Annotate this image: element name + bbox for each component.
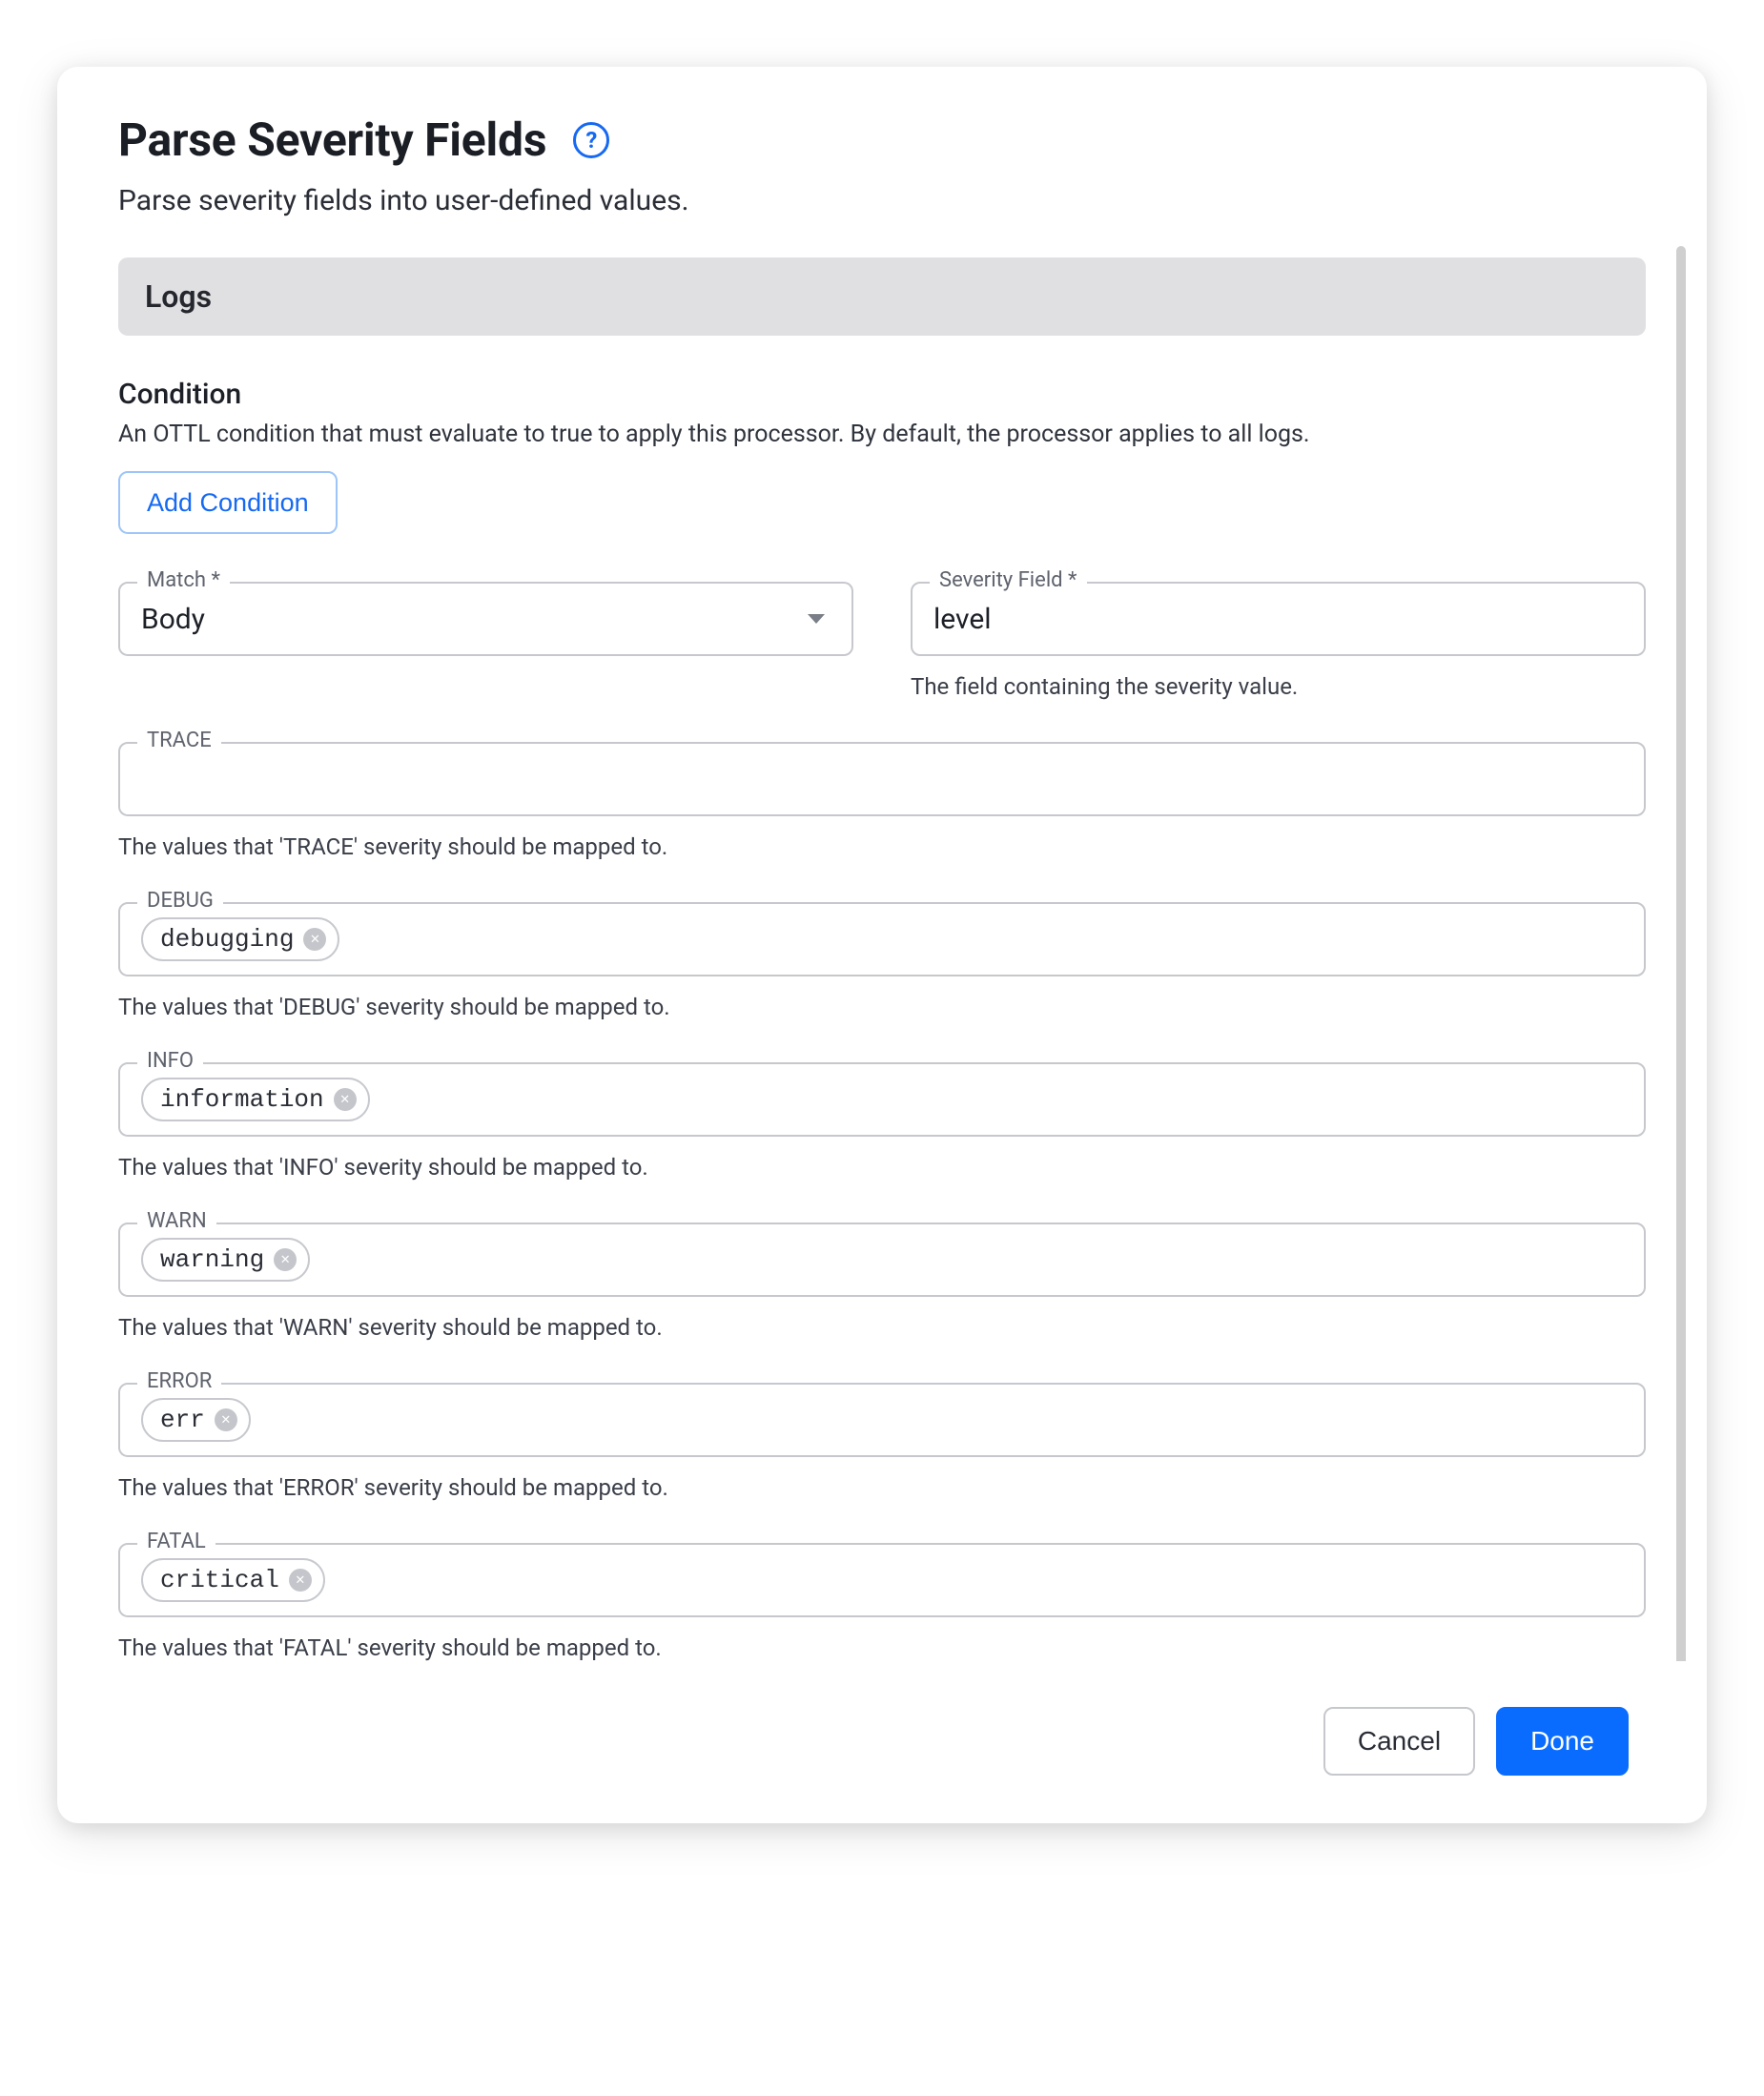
error-field-wrap: ERRORerr✕The values that 'ERROR' severit… bbox=[118, 1383, 1646, 1501]
match-label: Match * bbox=[137, 568, 230, 592]
chip-label: err bbox=[160, 1406, 205, 1434]
match-field-wrap: Match * Body bbox=[118, 582, 853, 700]
chip-label: warning bbox=[160, 1245, 264, 1274]
error-helper: The values that 'ERROR' severity should … bbox=[118, 1474, 1646, 1501]
info-helper: The values that 'INFO' severity should b… bbox=[118, 1154, 1646, 1181]
debug-chip: debugging ✕ bbox=[141, 917, 339, 961]
condition-desc: An OTTL condition that must evaluate to … bbox=[118, 421, 1646, 448]
match-select[interactable]: Body bbox=[118, 582, 853, 656]
add-condition-button[interactable]: Add Condition bbox=[118, 471, 338, 534]
fatal-input[interactable]: critical ✕ bbox=[118, 1543, 1646, 1617]
trace-helper: The values that 'TRACE' severity should … bbox=[118, 833, 1646, 860]
chip-remove-icon[interactable]: ✕ bbox=[215, 1408, 237, 1431]
chip-remove-icon[interactable]: ✕ bbox=[274, 1248, 297, 1271]
condition-block: Condition An OTTL condition that must ev… bbox=[118, 378, 1646, 534]
scrollbar[interactable] bbox=[1676, 246, 1686, 1661]
error-label: ERROR bbox=[137, 1369, 221, 1393]
warn-input[interactable]: warning ✕ bbox=[118, 1223, 1646, 1297]
match-value: Body bbox=[141, 603, 796, 636]
chip-label: critical bbox=[160, 1566, 279, 1594]
modal-subtitle: Parse severity fields into user-defined … bbox=[118, 184, 1646, 217]
done-button[interactable]: Done bbox=[1496, 1707, 1629, 1776]
severity-field-input[interactable]: level bbox=[911, 582, 1646, 656]
chip-remove-icon[interactable]: ✕ bbox=[303, 928, 326, 951]
modal-header: Parse Severity Fields ? Parse severity f… bbox=[57, 113, 1707, 246]
modal-title: Parse Severity Fields bbox=[118, 113, 546, 167]
fatal-chip: critical ✕ bbox=[141, 1558, 325, 1602]
info-field-wrap: INFOinformation✕The values that 'INFO' s… bbox=[118, 1062, 1646, 1181]
chip-remove-icon[interactable]: ✕ bbox=[334, 1088, 357, 1111]
cancel-button[interactable]: Cancel bbox=[1323, 1707, 1475, 1776]
modal-body: Logs Condition An OTTL condition that mu… bbox=[57, 246, 1707, 1661]
condition-title: Condition bbox=[118, 378, 1646, 411]
modal-footer: Cancel Done bbox=[57, 1661, 1707, 1776]
match-severity-row: Match * Body Severity Field * level The … bbox=[118, 582, 1646, 700]
section-logs: Logs bbox=[118, 257, 1646, 336]
error-input[interactable]: err ✕ bbox=[118, 1383, 1646, 1457]
fatal-field-wrap: FATALcritical✕The values that 'FATAL' se… bbox=[118, 1543, 1646, 1661]
severity-field-label: Severity Field * bbox=[930, 568, 1087, 592]
warn-field-wrap: WARNwarning✕The values that 'WARN' sever… bbox=[118, 1223, 1646, 1341]
debug-label: DEBUG bbox=[137, 889, 223, 913]
chip-label: debugging bbox=[160, 925, 294, 954]
trace-field-wrap: TRACEThe values that 'TRACE' severity sh… bbox=[118, 742, 1646, 860]
severity-field-value: level bbox=[933, 603, 1623, 636]
debug-field-wrap: DEBUGdebugging✕The values that 'DEBUG' s… bbox=[118, 902, 1646, 1020]
info-input[interactable]: information ✕ bbox=[118, 1062, 1646, 1137]
trace-input[interactable] bbox=[118, 742, 1646, 816]
parse-severity-modal: Parse Severity Fields ? Parse severity f… bbox=[57, 67, 1707, 1823]
title-row: Parse Severity Fields ? bbox=[118, 113, 1646, 167]
chip-remove-icon[interactable]: ✕ bbox=[289, 1569, 312, 1592]
debug-helper: The values that 'DEBUG' severity should … bbox=[118, 994, 1646, 1020]
error-chip: err ✕ bbox=[141, 1398, 251, 1442]
chip-label: information bbox=[160, 1085, 324, 1114]
help-icon[interactable]: ? bbox=[573, 122, 609, 158]
debug-input[interactable]: debugging ✕ bbox=[118, 902, 1646, 976]
chevron-down-icon bbox=[808, 614, 825, 624]
fatal-label: FATAL bbox=[137, 1530, 215, 1553]
fatal-helper: The values that 'FATAL' severity should … bbox=[118, 1634, 1646, 1661]
info-chip: information ✕ bbox=[141, 1078, 370, 1121]
trace-label: TRACE bbox=[137, 729, 221, 752]
warn-label: WARN bbox=[137, 1209, 216, 1233]
severity-field-wrap: Severity Field * level The field contain… bbox=[911, 582, 1646, 700]
info-label: INFO bbox=[137, 1049, 203, 1073]
warn-chip: warning ✕ bbox=[141, 1238, 310, 1282]
severity-levels: TRACEThe values that 'TRACE' severity sh… bbox=[118, 742, 1646, 1661]
app-canvas: Parse Severity Fields ? Parse severity f… bbox=[0, 0, 1764, 1938]
severity-field-helper: The field containing the severity value. bbox=[911, 673, 1646, 700]
warn-helper: The values that 'WARN' severity should b… bbox=[118, 1314, 1646, 1341]
